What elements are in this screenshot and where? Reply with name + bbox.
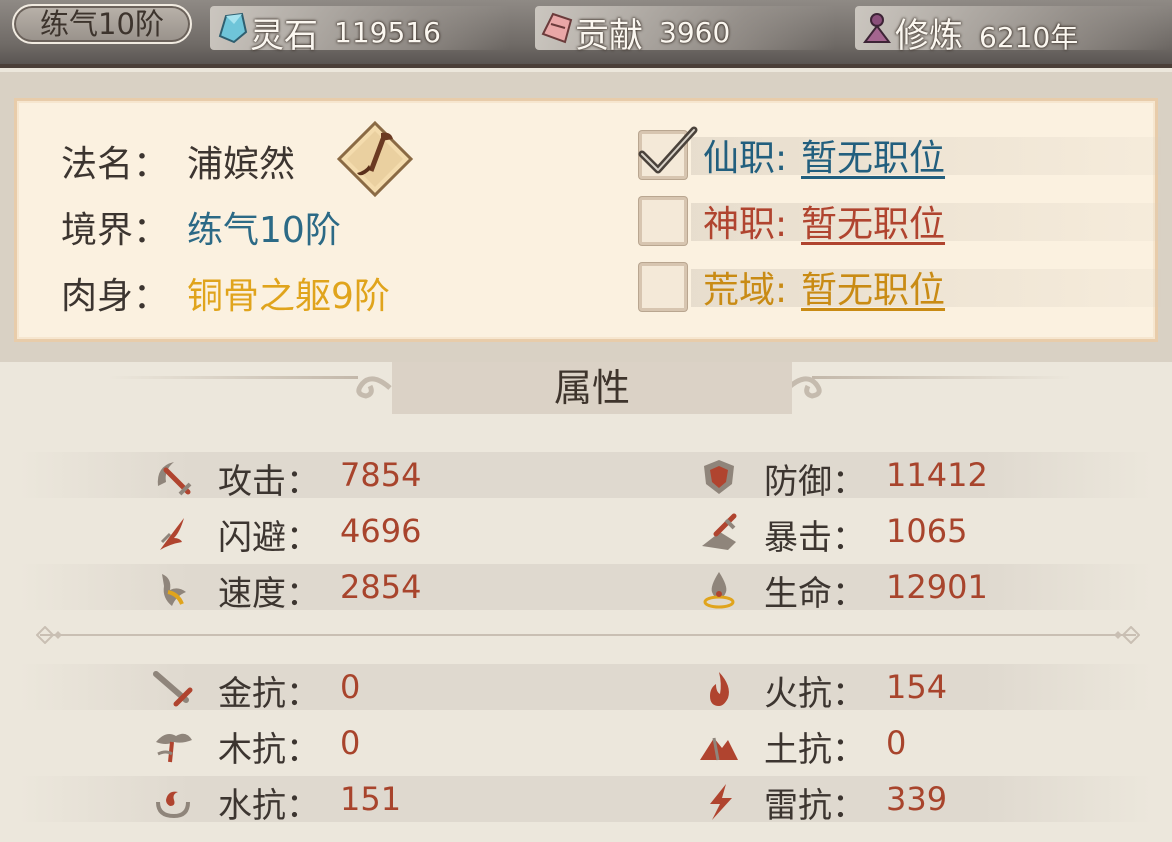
stat-label: 闪避： [218, 518, 320, 558]
job-label: 仙职: [703, 138, 788, 179]
fire-icon [710, 672, 729, 706]
thunder-icon [710, 784, 732, 820]
speed-icon [162, 574, 186, 606]
stat-label: 暴击： [764, 518, 866, 558]
resist-earth: 土抗： 0 [698, 720, 1118, 770]
earth-icon [700, 737, 738, 761]
stat-value: 1065 [886, 512, 968, 550]
resource-label: 修炼 [895, 16, 963, 56]
stat-value: 339 [886, 780, 948, 818]
stat-value: 11412 [886, 456, 988, 494]
stat-label: 火抗： [764, 674, 866, 714]
stat-label: 木抗： [218, 730, 320, 770]
stat-attack: 攻击： 7854 [152, 452, 572, 502]
section-divider [40, 634, 1136, 636]
resist-fire: 火抗： 154 [698, 664, 1118, 714]
spirit-stone-icon [218, 12, 248, 44]
rename-brush-icon[interactable] [335, 119, 415, 199]
job-value-link[interactable]: 暂无职位 [801, 195, 945, 247]
life-icon [703, 572, 735, 609]
stat-life: 生命： 12901 [698, 564, 1118, 614]
name-key: 法名： [61, 144, 170, 185]
stat-dodge: 闪避： 4696 [152, 508, 572, 558]
stat-label: 防御： [764, 462, 866, 502]
realm-key: 境界： [61, 210, 170, 251]
job-label: 神职: [703, 204, 788, 245]
job-wildland: 荒域: 暂无职位 [635, 261, 1161, 313]
job-value-link[interactable]: 暂无职位 [801, 129, 945, 181]
contribution-icon [541, 12, 573, 44]
stat-value: 7854 [340, 456, 422, 494]
divider-diamond-right-icon [1114, 626, 1140, 644]
stat-label: 攻击： [218, 462, 320, 502]
stat-defense: 防御： 11412 [698, 452, 1118, 502]
title-line-left [108, 376, 358, 379]
stat-label: 雷抗： [764, 786, 866, 826]
stat-label: 速度： [218, 574, 320, 614]
resource-label: 贡献 [575, 16, 643, 56]
resist-metal: 金抗： 0 [152, 664, 572, 714]
name-value: 浦嫔然 [187, 144, 296, 185]
defense-icon [704, 460, 734, 494]
wood-icon [156, 733, 192, 763]
realm-value: 练气10阶 [187, 210, 341, 251]
character-info-panel: 法名： 浦嫔然 境界： 练气10阶 肉身： 铜骨之躯9阶 仙职: 暂无职位 神职: 暂… [14, 98, 1161, 342]
job-checkbox-immortal[interactable] [638, 126, 698, 179]
section-title: 属性 [553, 366, 630, 410]
divider-diamond-left-icon [36, 626, 62, 644]
stat-value: 0 [886, 724, 907, 762]
top-bar: 练气10阶 灵石 119516 贡献 3960 修炼 6210年 [0, 0, 1172, 68]
title-line-right [812, 376, 1072, 379]
resource-value: 6210年 [979, 21, 1079, 54]
crit-icon [702, 513, 737, 550]
realm-row: 境界： 练气10阶 [61, 201, 341, 253]
cultivation-icon [863, 13, 891, 43]
job-checkbox-wildland[interactable] [639, 263, 687, 311]
resource-label: 灵石 [250, 16, 318, 56]
resource-spirit-stone[interactable]: 灵石 119516 [210, 6, 510, 56]
metal-icon [153, 671, 193, 707]
stat-value: 12901 [886, 568, 988, 606]
job-divine: 神职: 暂无职位 [635, 195, 1161, 247]
job-immortal: 仙职: 暂无职位 [635, 126, 1161, 181]
stat-label: 生命： [764, 574, 866, 614]
name-row: 法名： 浦嫔然 [61, 135, 295, 187]
job-checkbox-divine[interactable] [639, 197, 687, 245]
cloud-ornament-left-icon [356, 376, 392, 399]
stat-label: 水抗： [218, 786, 320, 826]
stat-value: 154 [886, 668, 948, 706]
dodge-icon [160, 518, 184, 550]
stat-value: 0 [340, 668, 361, 706]
stat-crit: 暴击： 1065 [698, 508, 1118, 558]
water-icon [156, 791, 190, 819]
attack-icon [157, 462, 192, 496]
resource-value: 119516 [334, 16, 441, 49]
checkmark-icon [638, 126, 698, 174]
stat-value: 2854 [340, 568, 422, 606]
cloud-ornament-right-icon [786, 376, 822, 399]
realm-badge[interactable]: 练气10阶 [12, 4, 192, 44]
body-value: 铜骨之躯9阶 [187, 276, 390, 317]
stat-value: 151 [340, 780, 402, 818]
resource-cultivation[interactable]: 修炼 6210年 [855, 6, 1170, 56]
resist-wood: 木抗： 0 [152, 720, 572, 770]
resource-contribution[interactable]: 贡献 3960 [535, 6, 835, 56]
stat-value: 0 [340, 724, 361, 762]
stat-value: 4696 [340, 512, 422, 550]
job-value-link[interactable]: 暂无职位 [801, 261, 945, 313]
stat-speed: 速度： 2854 [152, 564, 572, 614]
resist-thunder: 雷抗： 339 [698, 776, 1118, 826]
stat-label: 金抗： [218, 674, 320, 714]
body-row: 肉身： 铜骨之躯9阶 [61, 267, 390, 319]
resist-water: 水抗： 151 [152, 776, 572, 826]
job-label: 荒域: [703, 270, 788, 311]
stat-label: 土抗： [764, 730, 866, 770]
resource-value: 3960 [659, 16, 731, 49]
body-key: 肉身： [61, 276, 170, 317]
